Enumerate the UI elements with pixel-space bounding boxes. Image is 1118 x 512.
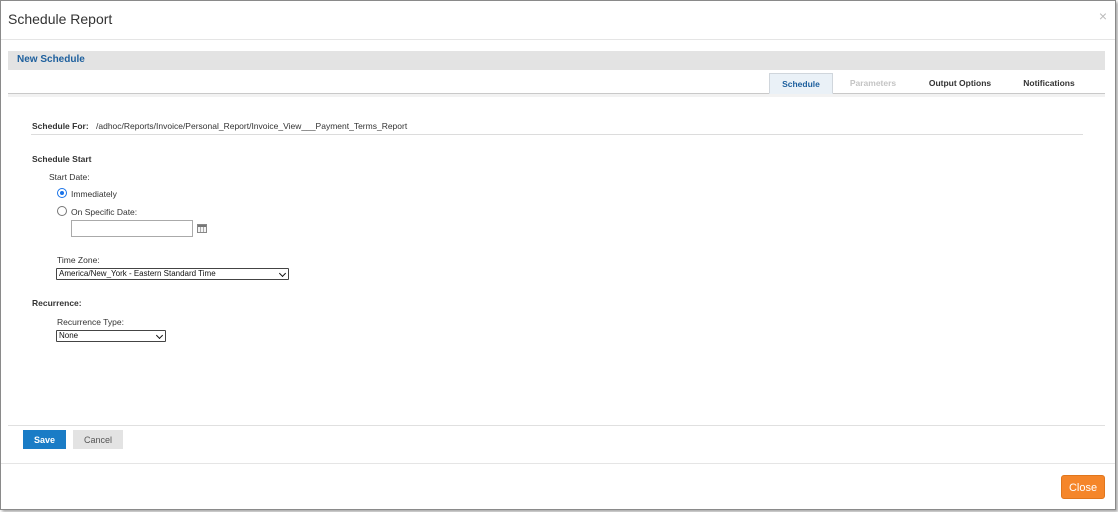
new-schedule-header: New Schedule	[8, 51, 1105, 70]
chevron-down-icon	[157, 333, 163, 339]
dialog-header: Schedule Report ×	[1, 1, 1115, 40]
time-zone-value: America/New_York - Eastern Standard Time	[59, 269, 216, 278]
schedule-for-label: Schedule For:	[32, 121, 89, 131]
close-icon[interactable]: ×	[1099, 9, 1107, 23]
recurrence-type-select[interactable]: None	[56, 330, 166, 342]
tab-parameters: Parameters	[849, 78, 897, 88]
actions-divider	[8, 425, 1105, 426]
divider	[31, 134, 1083, 135]
schedule-for-path: /adhoc/Reports/Invoice/Personal_Report/I…	[96, 121, 408, 131]
chevron-down-icon	[280, 271, 286, 277]
time-zone-label: Time Zone:	[57, 255, 100, 265]
tab-output-options[interactable]: Output Options	[918, 73, 1002, 93]
recurrence-type-label: Recurrence Type:	[57, 317, 124, 327]
tab-bar: Schedule Parameters Output Options Notif…	[8, 73, 1105, 94]
tab-notifications[interactable]: Notifications	[1011, 73, 1087, 93]
calendar-icon[interactable]	[197, 224, 207, 233]
schedule-report-dialog: Schedule Report × New Schedule Schedule …	[0, 0, 1116, 510]
close-button[interactable]: Close	[1061, 475, 1105, 499]
tab-schedule[interactable]: Schedule	[769, 73, 833, 94]
specific-date-input[interactable]	[71, 220, 193, 237]
dialog-title: Schedule Report	[8, 11, 113, 27]
specific-date-label[interactable]: On Specific Date:	[71, 207, 137, 217]
cancel-button[interactable]: Cancel	[73, 430, 123, 449]
immediately-radio[interactable]	[57, 188, 67, 198]
specific-date-radio[interactable]	[57, 206, 67, 216]
start-date-label: Start Date:	[49, 172, 90, 182]
schedule-start-heading: Schedule Start	[32, 154, 92, 164]
section-title: New Schedule	[17, 54, 85, 65]
immediately-label[interactable]: Immediately	[71, 189, 117, 199]
time-zone-select[interactable]: America/New_York - Eastern Standard Time	[56, 268, 289, 280]
recurrence-type-value: None	[59, 331, 79, 340]
tab-underline	[8, 94, 1105, 97]
recurrence-heading: Recurrence:	[32, 298, 82, 308]
footer-divider	[1, 463, 1115, 464]
save-button[interactable]: Save	[23, 430, 66, 449]
